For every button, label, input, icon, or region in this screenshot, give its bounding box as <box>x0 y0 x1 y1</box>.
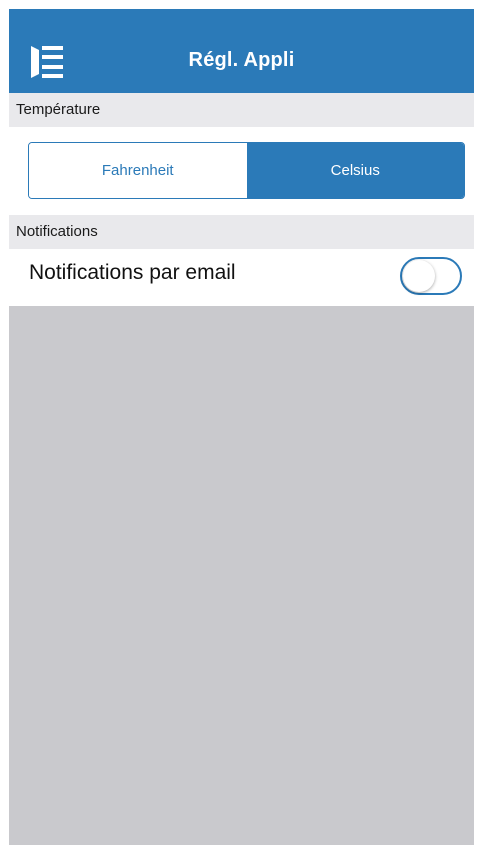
segment-celsius[interactable]: Celsius <box>246 143 464 198</box>
temperature-unit-segmented-control: Fahrenheit Celsius <box>28 142 465 199</box>
email-notifications-label: Notifications par email <box>29 261 236 284</box>
toggle-knob <box>403 260 435 292</box>
section-header-temperature: Température <box>9 93 474 127</box>
temperature-row: Fahrenheit Celsius <box>9 127 474 215</box>
email-notifications-toggle[interactable] <box>400 257 462 295</box>
app-screen: Régl. Appli Température Fahrenheit Celsi… <box>9 9 474 845</box>
page-title: Régl. Appli <box>188 49 295 71</box>
section-header-notifications: Notifications <box>9 215 474 249</box>
email-notifications-row: Notifications par email <box>9 249 474 306</box>
nav-bar: Régl. Appli <box>9 9 474 93</box>
segment-fahrenheit[interactable]: Fahrenheit <box>29 143 247 198</box>
